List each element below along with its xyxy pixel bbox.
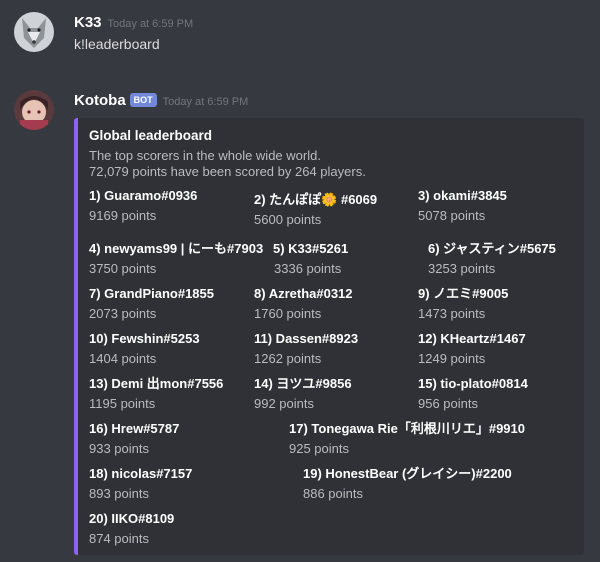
field-value: 1249 points [418,351,486,366]
username-kotoba[interactable]: Kotoba BOT Today at 6:59 PM [74,92,248,109]
timestamp: Today at 6:59 PM [107,18,194,30]
field-value: 925 points [289,441,349,456]
field-value: 5078 points [418,208,486,223]
field-value: 3336 points [274,261,342,276]
field-name: 18) nicolas#7157 [89,466,193,481]
field-value: 933 points [89,441,149,456]
message-k33: K33 Today at 6:59 PM k!leaderboard [0,0,600,70]
username-label[interactable]: K33 [74,14,102,31]
leaderboard-field: 1) Guaramo#0936 9169 points [89,186,197,226]
field-name: 11) Dassen#8923 [254,331,359,346]
field-name: 1) Guaramo#0936 [89,188,198,203]
embed-description: The top scorers in the whole wide world.… [89,148,366,180]
message-text: k!leaderboard [74,36,160,52]
field-name: 19) HonestBear (グレイシー)#2200 [303,466,512,481]
embed-title: Global leaderboard [89,128,213,143]
embed-description-line: The top scorers in the whole wide world. [89,148,321,163]
field-value: 1760 points [254,306,322,321]
leaderboard-field: 4) newyams99 | にーも#7903 3750 points [89,239,263,279]
field-value: 3750 points [89,261,157,276]
field-value: 2073 points [89,306,157,321]
field-value: 1473 points [418,306,486,321]
field-name: 20) IIKO#8109 [89,511,175,526]
leaderboard-field: 17) Tonegawa Rie「利根川リエ」#9910 925 points [289,419,525,459]
bot-badge: BOT [129,93,157,107]
leaderboard-field: 19) HonestBear (グレイシー)#2200 886 points [303,464,512,504]
field-name: 13) Demi 出mon#7556 [89,376,224,391]
embed-description-line: 72,079 points have been scored by 264 pl… [89,164,366,179]
field-value: 992 points [254,396,314,411]
field-value: 1195 points [89,396,156,411]
username-k33[interactable]: K33 Today at 6:59 PM [74,14,193,31]
leaderboard-field: 12) KHeartz#1467 1249 points [418,329,526,369]
field-value: 886 points [303,486,363,501]
leaderboard-field: 2) たんぽぽ🌼 #6069 5600 points [254,190,377,230]
field-name: 12) KHeartz#1467 [418,331,526,346]
field-name: 9) ノエミ#9005 [418,286,509,301]
field-name: 8) Azretha#0312 [254,286,353,301]
field-name: 15) tio-plato#0814 [418,376,528,391]
field-name: 14) ヨツユ#9856 [254,376,352,391]
field-name: 6) ジャスティン#5675 [428,241,556,256]
avatar-kotoba[interactable] [14,90,54,130]
leaderboard-field: 18) nicolas#7157 893 points [89,464,192,504]
leaderboard-field: 15) tio-plato#0814 956 points [418,374,528,414]
field-name: 2) たんぽぽ🌼 #6069 [254,192,378,207]
field-name: 4) newyams99 | にーも#7903 [89,241,264,256]
username-label[interactable]: Kotoba [74,92,126,109]
leaderboard-field: 13) Demi 出mon#7556 1195 points [89,374,223,414]
field-value: 893 points [89,486,149,501]
leaderboard-field: 3) okami#3845 5078 points [418,186,507,226]
leaderboard-field: 7) GrandPiano#1855 2073 points [89,284,214,324]
leaderboard-field: 8) Azretha#0312 1760 points [254,284,353,324]
field-name: 7) GrandPiano#1855 [89,286,214,301]
field-name: 17) Tonegawa Rie「利根川リエ」#9910 [289,421,525,436]
field-name: 3) okami#3845 [418,188,507,203]
leaderboard-embed: Global leaderboard The top scorers in th… [74,118,584,555]
leaderboard-field: 10) Fewshin#5253 1404 points [89,329,200,369]
avatar-k33[interactable] [14,12,54,52]
leaderboard-field: 16) Hrew#5787 933 points [89,419,179,459]
leaderboard-field: 14) ヨツユ#9856 992 points [254,374,352,414]
field-value: 956 points [418,396,478,411]
field-value: 5600 points [254,212,322,227]
field-name: 10) Fewshin#5253 [89,331,200,346]
field-name: 5) K33#5261 [273,241,349,256]
leaderboard-field: 20) IIKO#8109 874 points [89,509,174,549]
leaderboard-field: 6) ジャスティン#5675 3253 points [428,239,556,279]
field-value: 9169 points [89,208,157,223]
field-value: 874 points [89,531,149,546]
field-value: 3253 points [428,261,496,276]
leaderboard-field: 5) K33#5261 3336 points [273,239,348,279]
timestamp: Today at 6:59 PM [162,96,249,108]
field-value: 1404 points [89,351,157,366]
field-value: 1262 points [254,351,322,366]
leaderboard-field: 9) ノエミ#9005 1473 points [418,284,508,324]
leaderboard-field: 11) Dassen#8923 1262 points [254,329,358,369]
field-name: 16) Hrew#5787 [89,421,180,436]
